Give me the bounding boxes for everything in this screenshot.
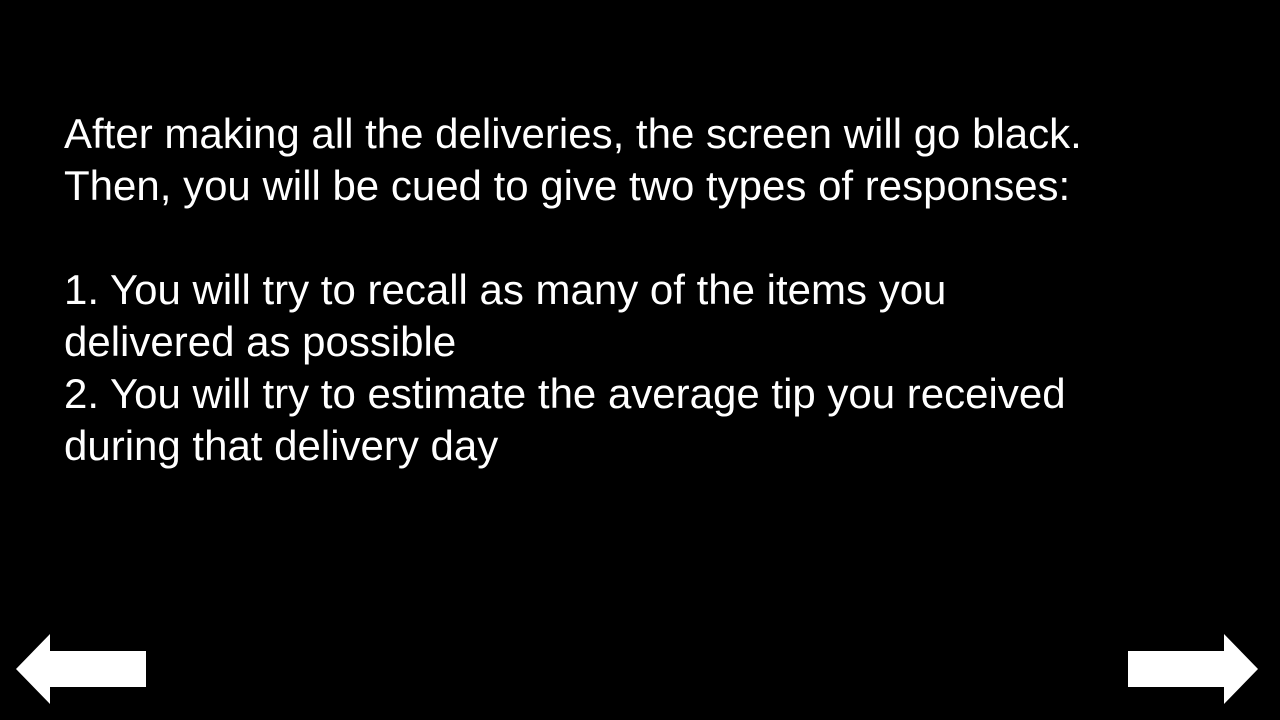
left-arrow-icon [16,634,146,704]
next-button[interactable] [1128,632,1258,706]
response-item-2-line-2: during that delivery day [64,422,499,469]
intro-line-2: Then, you will be cued to give two types… [64,162,1071,209]
response-item-2-line-1: 2. You will try to estimate the average … [64,370,1066,417]
instruction-screen: After making all the deliveries, the scr… [0,0,1280,720]
instructions-text: After making all the deliveries, the scr… [64,108,1254,472]
back-button[interactable] [16,632,146,706]
intro-line-1: After making all the deliveries, the scr… [64,110,1082,157]
response-item-1-line-2: delivered as possible [64,318,457,365]
right-arrow-icon [1128,634,1258,704]
response-item-1-line-1: 1. You will try to recall as many of the… [64,266,947,313]
